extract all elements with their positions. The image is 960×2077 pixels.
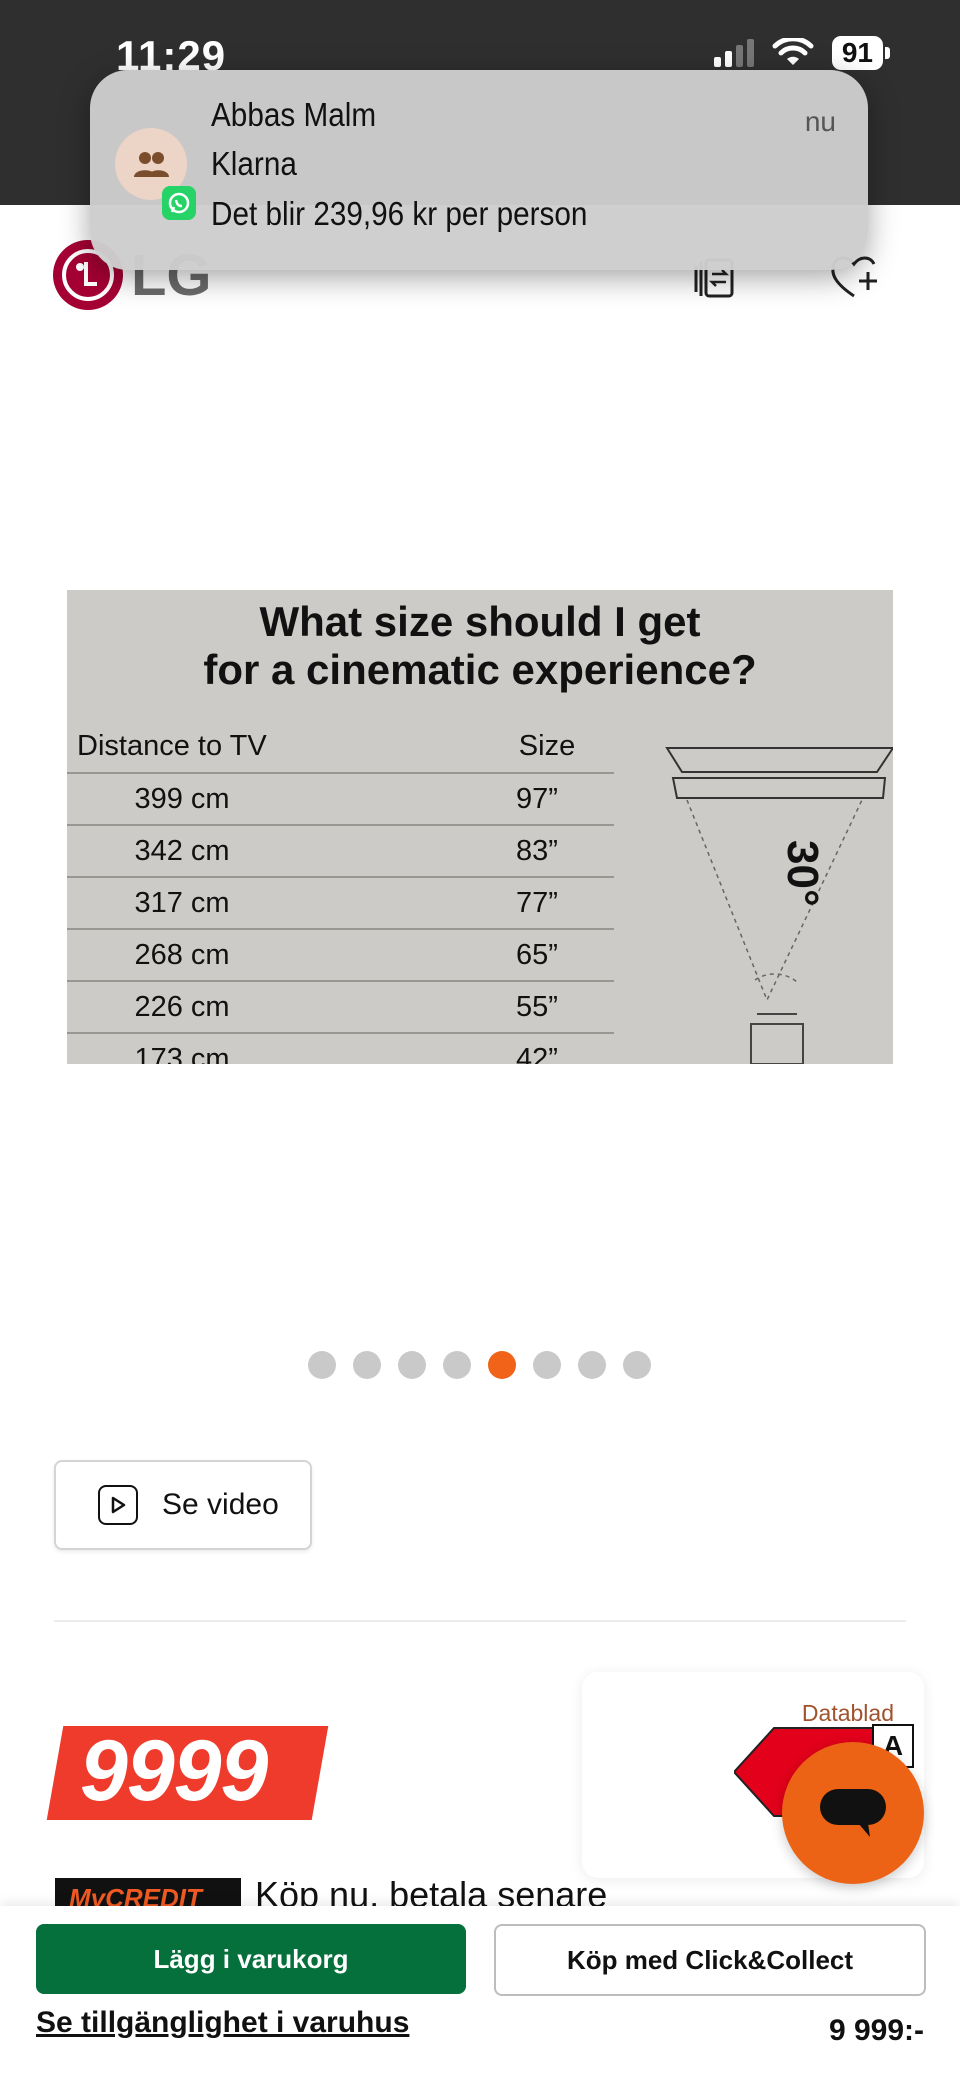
play-icon — [98, 1485, 138, 1525]
notification-sender: Abbas Malm — [211, 96, 377, 133]
whatsapp-icon — [162, 186, 196, 220]
chat-bubble-icon — [820, 1789, 886, 1837]
chat-button[interactable] — [782, 1742, 924, 1884]
battery-level: 91 — [831, 36, 883, 70]
notification-group: Klarna — [211, 145, 297, 182]
battery-icon: 91 — [831, 36, 890, 70]
carousel-pagination — [308, 1351, 651, 1379]
group-icon — [134, 152, 169, 177]
see-video-button[interactable]: Se video — [54, 1460, 312, 1550]
notification-message: Det blir 239,96 kr per person — [211, 195, 588, 232]
see-video-label: Se video — [162, 1488, 279, 1521]
carousel-dot[interactable] — [353, 1351, 381, 1379]
notification-time: nu — [804, 106, 836, 137]
carousel-dot[interactable] — [308, 1351, 336, 1379]
viewing-angle-diagram — [665, 747, 893, 1064]
cellular-signal-icon — [713, 39, 754, 67]
store-availability-link[interactable]: Se tillgänglighet i varuhus — [36, 2006, 409, 2040]
datablad-link[interactable]: Datablad — [802, 1700, 894, 1727]
price-value: 9999 — [80, 1723, 268, 1819]
bottom-price: 9 999:- — [828, 2014, 924, 2047]
status-icons: 91 — [713, 36, 890, 70]
wifi-icon — [772, 38, 814, 65]
carousel-dot[interactable] — [443, 1351, 471, 1379]
product-image[interactable]: What size should I get for a cinematic e… — [67, 590, 893, 1064]
carousel-dot[interactable] — [623, 1351, 651, 1379]
carousel-dot[interactable] — [533, 1351, 561, 1379]
carousel-dot-active[interactable] — [488, 1351, 516, 1379]
viewing-angle-label: 30° — [778, 840, 827, 907]
whatsapp-notification[interactable]: Abbas Malm Klarna Det blir 239,96 kr per… — [90, 70, 868, 270]
click-collect-button[interactable]: Köp med Click&Collect — [494, 1924, 926, 1996]
divider — [54, 1620, 906, 1622]
carousel-dot[interactable] — [578, 1351, 606, 1379]
carousel-dot[interactable] — [398, 1351, 426, 1379]
add-to-cart-button[interactable]: Lägg i varukorg — [36, 1924, 466, 1994]
